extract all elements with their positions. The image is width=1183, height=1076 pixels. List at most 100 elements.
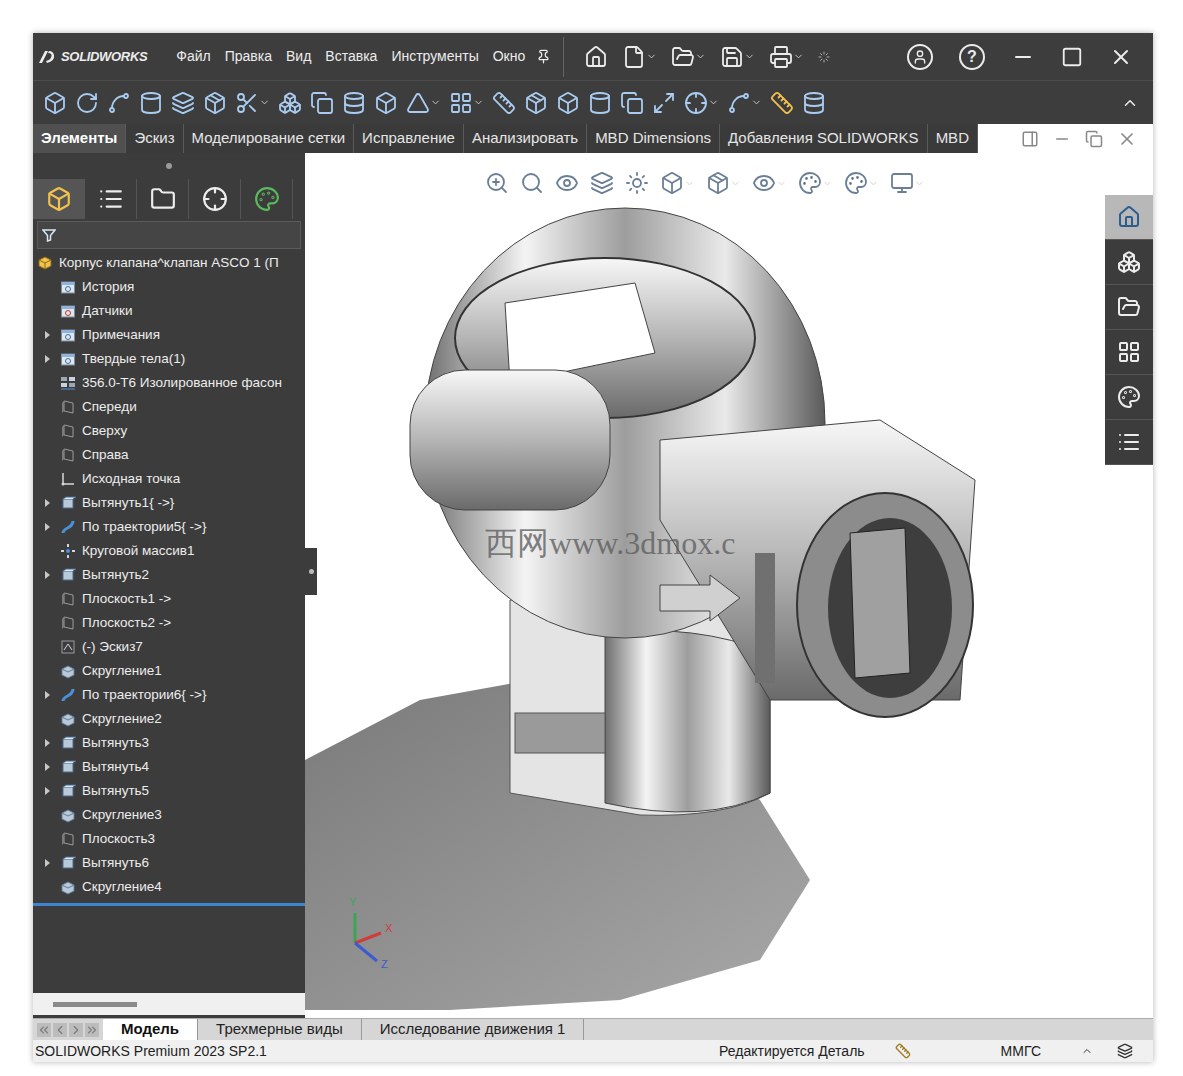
doc-restore-icon[interactable] [1085,130,1103,148]
pin-icon[interactable] [536,49,551,64]
curves-button[interactable] [727,91,762,115]
expand-arrow-icon[interactable] [43,691,51,699]
tree-root[interactable]: Корпус клапана^клапан ASCO 1 (П [33,251,305,275]
lofted-cut-button[interactable] [342,91,366,115]
doc-minimize-icon[interactable] [1053,130,1071,148]
fillet-button[interactable] [406,91,441,115]
hole-wizard-button[interactable] [235,91,270,115]
display-manager-tab[interactable] [241,179,293,219]
command-tab[interactable]: Анализировать [464,124,587,153]
shell-button[interactable] [556,91,580,115]
design-library-tab[interactable] [1105,240,1153,285]
menu-item[interactable]: Окно [486,46,533,67]
help-button[interactable]: ? [959,44,985,70]
extrude-boss-button[interactable] [43,91,67,115]
menu-item[interactable]: Вставка [318,46,384,67]
tree-item[interactable]: По траектории5{ ->} [33,515,305,539]
tree-item[interactable]: Справа [33,443,305,467]
expand-arrow-icon[interactable] [43,571,51,579]
expand-arrow-icon[interactable] [43,523,51,531]
tree-item[interactable]: Плоскость2 -> [33,611,305,635]
tree-item[interactable]: Вытянуть6 [33,851,305,875]
revolve-button[interactable] [75,91,99,115]
rib-button[interactable] [492,91,516,115]
expand-arrow-icon[interactable] [43,859,51,867]
boundary-button[interactable] [171,91,195,115]
home-button[interactable] [584,45,608,69]
custom-properties-tab[interactable] [1105,420,1153,465]
menu-item[interactable]: Инструменты [384,46,485,67]
command-tab[interactable]: Эскиз [126,124,183,153]
view-orientation-button[interactable] [660,171,695,195]
tree-item[interactable]: Датчики [33,299,305,323]
command-tab[interactable]: Исправление [354,124,464,153]
tree-item[interactable]: Плоскость3 [33,827,305,851]
open-button[interactable] [671,45,706,69]
mirror-button[interactable] [652,91,676,115]
hide-show-button[interactable] [752,171,787,195]
command-tab[interactable]: Добавления SOLIDWORKS [720,124,928,153]
linear-pattern-button[interactable] [449,91,484,115]
zoom-area-button[interactable] [520,171,544,195]
unit-system[interactable]: ММГС [1001,1041,1041,1062]
minimize-icon[interactable] [1011,45,1035,69]
new-button[interactable] [622,45,657,69]
previous-view-button[interactable] [555,171,579,195]
file-explorer-tab[interactable] [1105,285,1153,330]
tab-nav-icon[interactable] [53,1023,67,1037]
doc-close-icon[interactable] [1117,129,1137,149]
tree-item[interactable]: Плоскость1 -> [33,587,305,611]
menu-item[interactable]: Файл [169,46,217,67]
expand-arrow-icon[interactable] [43,763,51,771]
resources-tab[interactable] [1105,195,1153,240]
command-tab[interactable]: MBD [928,124,978,153]
save-button[interactable] [720,45,755,69]
panel-handle[interactable] [33,153,305,179]
command-tab[interactable]: MBD Dimensions [587,124,720,153]
tree-item[interactable]: Скругление3 [33,803,305,827]
wrap-button[interactable] [588,91,612,115]
tree-item[interactable]: Скругление1 [33,659,305,683]
tree-item[interactable]: Вытянуть5 [33,779,305,803]
tree-item[interactable]: Сверху [33,419,305,443]
close-icon[interactable] [1109,45,1133,69]
expand-arrow-icon[interactable] [43,331,51,339]
edit-appearance-button[interactable] [798,171,833,195]
zoom-to-fit-button[interactable] [485,171,509,195]
view-settings-button[interactable] [890,171,925,195]
tree-item[interactable]: Твердые тела(1) [33,347,305,371]
rapid-sketch-button[interactable] [802,91,826,115]
expand-arrow-icon[interactable] [43,499,51,507]
units-menu-icon[interactable] [1081,1045,1093,1057]
tree-item[interactable]: 356.0-T6 Изолированное фасон [33,371,305,395]
tree-item[interactable]: Вытянуть3 [33,731,305,755]
instant3d-button[interactable] [770,91,794,115]
tree-item[interactable]: История [33,275,305,299]
tab-nav-icon[interactable] [69,1023,83,1037]
section-view-button[interactable] [590,171,614,195]
configuration-manager-tab[interactable] [137,179,189,219]
tree-item[interactable]: (-) Эскиз7 [33,635,305,659]
tile-icon[interactable] [1021,130,1039,148]
reference-geometry-button[interactable] [684,91,719,115]
rebuild-icon[interactable] [895,1043,911,1059]
bottom-tab[interactable]: Исследование движения 1 [362,1019,585,1040]
scrollbar-thumb[interactable] [53,1002,137,1007]
tree-item[interactable]: Исходная точка [33,467,305,491]
dynamic-annotation-button[interactable] [625,171,649,195]
panel-splitter-handle[interactable] [305,548,317,595]
loft-button[interactable] [139,91,163,115]
boundary-cut-button[interactable] [374,91,398,115]
bottom-tab[interactable]: Модель [103,1019,198,1040]
rollback-bar[interactable] [33,903,305,906]
tree-item[interactable]: Вытянуть4 [33,755,305,779]
property-manager-tab[interactable] [85,179,137,219]
quick-tips-icon[interactable] [1117,1043,1133,1059]
command-tab[interactable]: Элементы [33,124,126,153]
swept-cut-button[interactable] [310,91,334,115]
user-button[interactable] [907,44,933,70]
maximize-icon[interactable] [1061,46,1083,68]
graphics-viewport[interactable]: 西网www.3dmox.cYXZ [305,153,1153,1018]
appearances-tab[interactable] [1105,375,1153,420]
command-tab[interactable]: Моделирование сетки [184,124,355,153]
